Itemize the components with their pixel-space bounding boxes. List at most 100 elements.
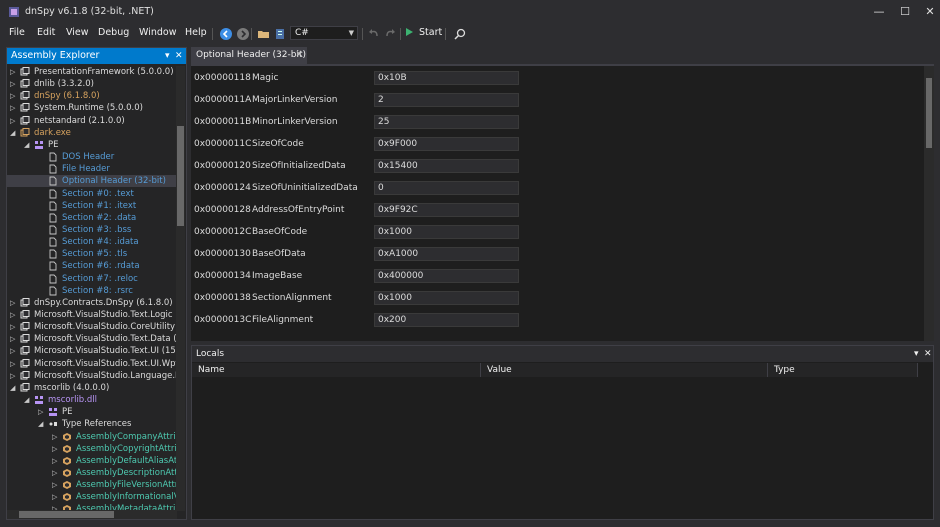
field-value-input[interactable]: 0x10B — [374, 71, 519, 85]
tree-item[interactable]: Section #6: .rdata — [7, 260, 177, 272]
menu-window[interactable]: Window — [139, 27, 176, 38]
expand-arrow-icon[interactable]: ▷ — [38, 406, 46, 418]
expand-arrow-icon[interactable]: ▷ — [10, 321, 18, 333]
panel-menu-icon[interactable]: ▾ — [165, 48, 170, 64]
expand-arrow-icon[interactable]: ▷ — [10, 297, 18, 309]
language-select[interactable]: C# ▼ — [290, 26, 358, 40]
scrollbar-thumb[interactable] — [177, 126, 184, 226]
forward-icon[interactable] — [236, 27, 250, 41]
field-value-input[interactable]: 0x15400 — [374, 159, 519, 173]
menu-help[interactable]: Help — [185, 27, 207, 38]
field-value-input[interactable]: 0x1000 — [374, 225, 519, 239]
tree-item[interactable]: ◢ dark.exe — [7, 127, 177, 139]
tree-item[interactable]: ◢ mscorlib.dll — [7, 394, 177, 406]
tree-item[interactable]: ▷ Microsoft.VisualStudio.Text.UI.Wpf (1 — [7, 358, 177, 370]
tree-item[interactable]: Section #7: .reloc — [7, 273, 177, 285]
expand-arrow-icon[interactable]: ▷ — [52, 479, 60, 491]
explorer-vertical-scrollbar[interactable] — [176, 66, 185, 511]
column-header-name[interactable]: Name — [192, 363, 481, 377]
column-header-type[interactable]: Type — [768, 363, 918, 377]
tree-item[interactable]: ▷ AssemblyCopyrightAttrib — [7, 443, 177, 455]
expand-arrow-icon[interactable]: ▷ — [52, 491, 60, 503]
menu-file[interactable]: File — [9, 27, 25, 38]
expand-arrow-icon[interactable]: ▷ — [10, 66, 18, 78]
open-list-icon[interactable] — [273, 27, 287, 41]
field-value-input[interactable]: 0x200 — [374, 313, 519, 327]
tree-item[interactable]: ▷ AssemblyCompanyAttribu — [7, 431, 177, 443]
search-icon[interactable] — [453, 27, 467, 41]
field-value-input[interactable]: 0 — [374, 181, 519, 195]
expand-arrow-icon[interactable]: ▷ — [52, 443, 60, 455]
tree-item[interactable]: ◢ mscorlib (4.0.0.0) — [7, 382, 177, 394]
expand-arrow-icon[interactable]: ▷ — [10, 102, 18, 114]
tree-item[interactable]: ▷ Microsoft.VisualStudio.Text.UI (15.0.0 — [7, 345, 177, 357]
tree-item[interactable]: ▷ dnSpy (6.1.8.0) — [7, 90, 177, 102]
tree-item[interactable]: ▷ Microsoft.VisualStudio.Language.Inte — [7, 370, 177, 382]
tree-item[interactable]: Section #2: .data — [7, 212, 177, 224]
close-panel-icon[interactable]: ✕ — [924, 346, 932, 362]
tab-optional-header[interactable]: Optional Header (32-bit) ✕ — [191, 47, 307, 64]
tree-item[interactable]: ▷ AssemblyDescriptionAttri — [7, 467, 177, 479]
tree-item[interactable]: Section #8: .rsrc — [7, 285, 177, 297]
tree-item[interactable]: ▷ dnSpy.Contracts.DnSpy (6.1.8.0) — [7, 297, 177, 309]
field-value-input[interactable]: 0x1000 — [374, 291, 519, 305]
tree-item[interactable]: ▷ PresentationFramework (5.0.0.0) — [7, 66, 177, 78]
expand-arrow-icon[interactable]: ▷ — [52, 467, 60, 479]
menu-view[interactable]: View — [66, 27, 89, 38]
collapse-arrow-icon[interactable]: ◢ — [24, 139, 32, 151]
collapse-arrow-icon[interactable]: ◢ — [10, 127, 18, 139]
tree-item[interactable]: ▷ AssemblyInformationalVe — [7, 491, 177, 503]
collapse-arrow-icon[interactable]: ◢ — [10, 382, 18, 394]
expand-arrow-icon[interactable]: ▷ — [10, 370, 18, 382]
field-value-input[interactable]: 0x400000 — [374, 269, 519, 283]
field-value-input[interactable]: 0xA1000 — [374, 247, 519, 261]
expand-arrow-icon[interactable]: ▷ — [10, 345, 18, 357]
maximize-button[interactable]: ☐ — [897, 5, 913, 19]
tree-item[interactable]: File Header — [7, 163, 177, 175]
tree-item[interactable]: ▷ System.Runtime (5.0.0.0) — [7, 102, 177, 114]
scrollbar-thumb[interactable] — [19, 511, 114, 518]
menu-debug[interactable]: Debug — [98, 27, 129, 38]
expand-arrow-icon[interactable]: ▷ — [10, 358, 18, 370]
scrollbar-thumb[interactable] — [926, 78, 932, 148]
panel-menu-icon[interactable]: ▾ — [914, 346, 919, 362]
close-panel-icon[interactable]: ✕ — [175, 48, 183, 64]
expand-arrow-icon[interactable]: ▷ — [10, 90, 18, 102]
tree-item[interactable]: Section #0: .text — [7, 188, 177, 200]
tree-item[interactable]: ▷ Microsoft.VisualStudio.CoreUtility (15 — [7, 321, 177, 333]
tree-item[interactable]: Optional Header (32-bit) — [7, 175, 177, 188]
column-header-value[interactable]: Value — [481, 363, 768, 377]
expand-arrow-icon[interactable]: ▷ — [52, 431, 60, 443]
undo-icon[interactable] — [367, 27, 381, 41]
tree-item[interactable]: ◢ PE — [7, 139, 177, 151]
tree-item[interactable]: Section #1: .itext — [7, 200, 177, 212]
field-value-input[interactable]: 2 — [374, 93, 519, 107]
tree-item[interactable]: ▷ Microsoft.VisualStudio.Text.Logic (15 — [7, 309, 177, 321]
field-value-input[interactable]: 0x9F92C — [374, 203, 519, 217]
expand-arrow-icon[interactable]: ▷ — [10, 78, 18, 90]
tree-item[interactable]: DOS Header — [7, 151, 177, 163]
field-value-input[interactable]: 0x9F000 — [374, 137, 519, 151]
tree-item[interactable]: Section #5: .tls — [7, 248, 177, 260]
tree-item[interactable]: ▷ Microsoft.VisualStudio.Text.Data (15. — [7, 333, 177, 345]
collapse-arrow-icon[interactable]: ◢ — [38, 418, 46, 430]
tree-item[interactable]: Section #3: .bss — [7, 224, 177, 236]
collapse-arrow-icon[interactable]: ◢ — [24, 394, 32, 406]
expand-arrow-icon[interactable]: ▷ — [52, 455, 60, 467]
tree-item[interactable]: ◢ Type References — [7, 418, 177, 430]
redo-icon[interactable] — [383, 27, 397, 41]
back-icon[interactable] — [219, 27, 233, 41]
explorer-horizontal-scrollbar[interactable] — [7, 510, 177, 519]
minimize-button[interactable]: — — [871, 5, 887, 19]
field-value-input[interactable]: 25 — [374, 115, 519, 129]
expand-arrow-icon[interactable]: ▷ — [10, 309, 18, 321]
expand-arrow-icon[interactable]: ▷ — [10, 115, 18, 127]
close-tab-icon[interactable]: ✕ — [295, 47, 303, 64]
expand-arrow-icon[interactable]: ▷ — [10, 333, 18, 345]
tree-item[interactable]: ▷ AssemblyDefaultAliasAttr — [7, 455, 177, 467]
tree-item[interactable]: ▷ AssemblyFileVersionAttrib — [7, 479, 177, 491]
tree-item[interactable]: ▷ dnlib (3.3.2.0) — [7, 78, 177, 90]
close-window-button[interactable]: ✕ — [922, 5, 938, 19]
tree-item[interactable]: ▷ netstandard (2.1.0.0) — [7, 115, 177, 127]
open-folder-icon[interactable] — [257, 27, 271, 41]
